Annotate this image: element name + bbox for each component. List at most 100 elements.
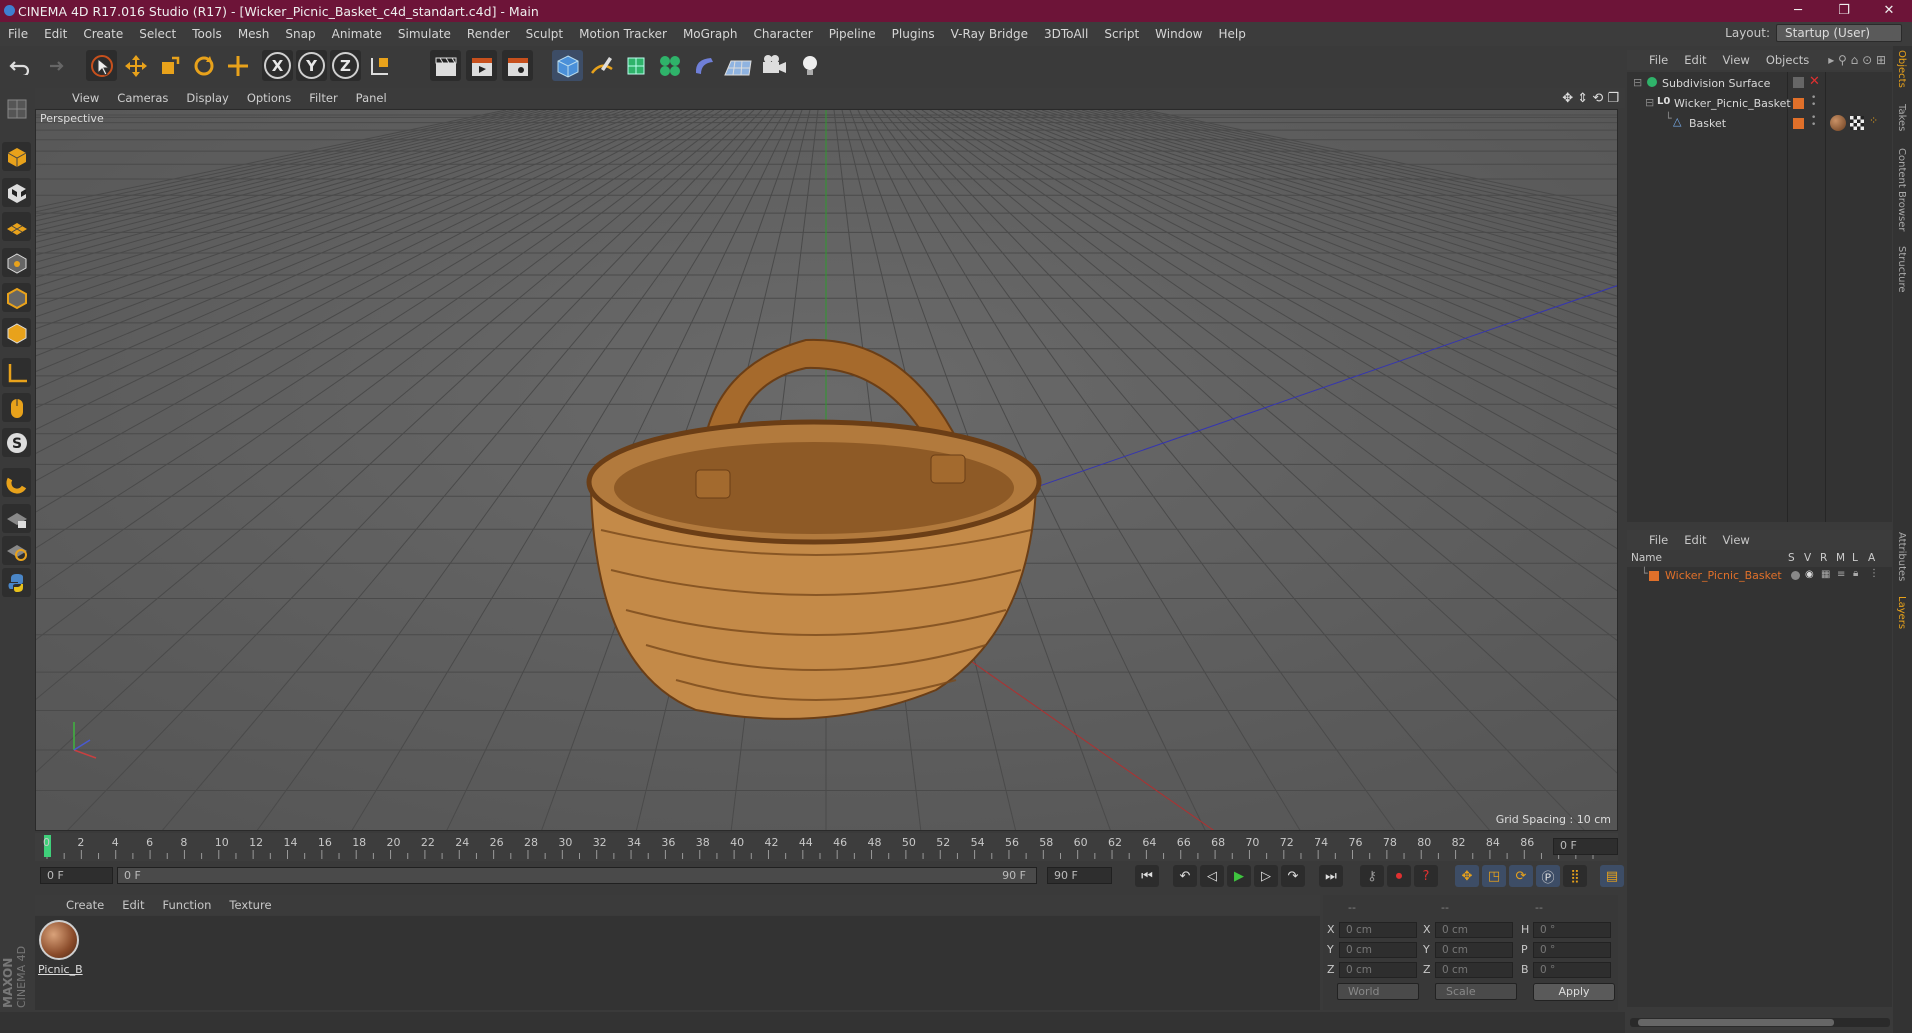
model-mode-button[interactable]	[2, 142, 31, 171]
deformer-button[interactable]	[688, 50, 719, 81]
maximize-button[interactable]: ❐	[1821, 0, 1867, 22]
pos-y-field[interactable]: 0 cm	[1339, 942, 1417, 958]
viewport-menu-cameras[interactable]: Cameras	[108, 91, 177, 105]
apply-button[interactable]: Apply	[1533, 983, 1615, 1001]
floor-button[interactable]	[722, 50, 753, 81]
magnet-button[interactable]	[2, 468, 31, 497]
layer-horizontal-scrollbar[interactable]	[1630, 1018, 1890, 1027]
snap-button[interactable]: S	[2, 428, 31, 457]
layer-color-icon[interactable]	[1793, 98, 1804, 109]
previous-frame-button[interactable]: ◁	[1200, 865, 1224, 887]
workplane-rotate-button[interactable]	[2, 536, 31, 565]
menu-render[interactable]: Render	[459, 27, 518, 41]
material-menu-edit[interactable]: Edit	[113, 898, 153, 912]
material-label[interactable]: Picnic_B	[38, 963, 83, 976]
menu-help[interactable]: Help	[1210, 27, 1253, 41]
rot-b-field[interactable]: 0 °	[1533, 962, 1611, 978]
disabled-x-icon[interactable]: ✕	[1809, 74, 1820, 89]
y-axis-button[interactable]: Y	[296, 50, 327, 81]
phong-tag-icon[interactable]: ⁘	[1869, 114, 1878, 127]
close-button[interactable]: ✕	[1866, 0, 1912, 22]
layer-color-swatch[interactable]	[1649, 571, 1659, 581]
viewport-menu-panel[interactable]: Panel	[347, 91, 396, 105]
menu-snap[interactable]: Snap	[277, 27, 323, 41]
make-editable-button[interactable]	[2, 94, 31, 123]
layer-menu-edit[interactable]: Edit	[1676, 533, 1714, 547]
layout-dropdown[interactable]: Startup (User)	[1776, 24, 1902, 42]
live-selection-button[interactable]	[86, 50, 117, 81]
transform-button[interactable]	[222, 50, 253, 81]
object-menu-view[interactable]: View	[1715, 53, 1758, 67]
menu-simulate[interactable]: Simulate	[390, 27, 459, 41]
menu-mesh[interactable]: Mesh	[230, 27, 278, 41]
key-scale-button[interactable]: ◳	[1482, 865, 1506, 887]
viewport-menu-view[interactable]: View	[63, 91, 108, 105]
object-row-basket[interactable]: └ △ Basket • • ⁘	[1627, 112, 1892, 134]
menu-select[interactable]: Select	[131, 27, 184, 41]
mograph-cloner-button[interactable]	[654, 50, 685, 81]
subdivision-button[interactable]	[620, 50, 651, 81]
menu-sculpt[interactable]: Sculpt	[518, 27, 571, 41]
menu-mograph[interactable]: MoGraph	[675, 27, 746, 41]
x-axis-button[interactable]: X	[262, 50, 293, 81]
pen-spline-button[interactable]	[586, 50, 617, 81]
points-mode-button[interactable]	[2, 248, 31, 277]
size-z-field[interactable]: 0 cm	[1435, 962, 1513, 978]
key-parameter-button[interactable]: Ⓟ	[1536, 865, 1560, 887]
layer-menu-file[interactable]: File	[1641, 533, 1676, 547]
material-menu-function[interactable]: Function	[154, 898, 221, 912]
menu-animate[interactable]: Animate	[324, 27, 390, 41]
workplane-button[interactable]	[2, 212, 31, 241]
timeline-window-button[interactable]: ▤	[1600, 865, 1624, 887]
keyframe-selection-button[interactable]: ?	[1414, 865, 1438, 887]
render-settings-button[interactable]	[502, 50, 533, 81]
cube-object-button[interactable]	[552, 50, 583, 81]
manager-icon[interactable]: ≡	[1837, 569, 1845, 580]
size-y-field[interactable]: 0 cm	[1435, 942, 1513, 958]
camera-button[interactable]	[758, 50, 789, 81]
pos-x-field[interactable]: 0 cm	[1339, 922, 1417, 938]
minimize-button[interactable]: ─	[1775, 0, 1821, 22]
go-to-end-button[interactable]: ⏭	[1319, 865, 1343, 887]
autokey-button[interactable]: ⏺	[1387, 865, 1411, 887]
rotate-button[interactable]	[188, 50, 219, 81]
render-clapper-icon[interactable]: ▦	[1821, 569, 1830, 580]
render-view-button[interactable]	[430, 50, 461, 81]
coordinate-mode-dropdown[interactable]: World	[1337, 983, 1419, 1000]
material-menu-create[interactable]: Create	[57, 898, 113, 912]
polygons-mode-button[interactable]	[2, 318, 31, 347]
pos-z-field[interactable]: 0 cm	[1339, 962, 1417, 978]
tab-takes[interactable]: Takes	[1896, 104, 1907, 131]
object-menu-edit[interactable]: Edit	[1676, 53, 1714, 67]
tweak-mode-button[interactable]	[2, 393, 31, 422]
end-frame-field[interactable]: 90 F	[1047, 867, 1112, 884]
tab-content-browser[interactable]: Content Browser	[1896, 148, 1907, 231]
material-preview-sphere[interactable]	[39, 920, 79, 960]
material-menu-texture[interactable]: Texture	[220, 898, 280, 912]
timeline-ruler[interactable]: 0 2 4 6 8 10 12 14 16 18 20 22 24 26 28 30 32 34 36 38 40 42 4…	[35, 833, 1618, 861]
texture-mode-button[interactable]	[2, 178, 31, 207]
menu-plugins[interactable]: Plugins	[884, 27, 943, 41]
rot-h-field[interactable]: 0 °	[1533, 922, 1611, 938]
next-frame-button[interactable]: ▷	[1254, 865, 1278, 887]
lock-workplane-button[interactable]	[2, 504, 31, 533]
menu-script[interactable]: Script	[1096, 27, 1147, 41]
key-rotation-button[interactable]: ⟳	[1509, 865, 1533, 887]
menu-vray-bridge[interactable]: V-Ray Bridge	[943, 27, 1036, 41]
size-mode-dropdown[interactable]: Scale	[1435, 983, 1517, 1000]
layer-menu-view[interactable]: View	[1715, 533, 1758, 547]
layer-row[interactable]: └ Wicker_Picnic_Basket ◉ ▦ ≡ 🔒︎ ⋮	[1627, 567, 1892, 588]
layer-color-icon[interactable]	[1793, 118, 1804, 129]
animation-icon[interactable]: ⋮	[1869, 568, 1879, 579]
next-key-button[interactable]: ↷	[1281, 865, 1305, 887]
viewport-menu-options[interactable]: Options	[238, 91, 300, 105]
3d-viewport[interactable]: Perspective Grid Spacing : 10 cm	[35, 109, 1618, 831]
undo-button[interactable]	[4, 50, 35, 81]
menu-create[interactable]: Create	[75, 27, 131, 41]
object-row-wicker-picnic-basket[interactable]: ⊟ L0 Wicker_Picnic_Basket • •	[1627, 94, 1892, 114]
record-keyframe-button[interactable]: ⚷	[1360, 865, 1384, 887]
menu-3dtoall[interactable]: 3DToAll	[1036, 27, 1096, 41]
render-picture-viewer-button[interactable]	[466, 50, 497, 81]
current-frame-field[interactable]: 0 F	[1553, 838, 1618, 855]
menu-pipeline[interactable]: Pipeline	[821, 27, 884, 41]
